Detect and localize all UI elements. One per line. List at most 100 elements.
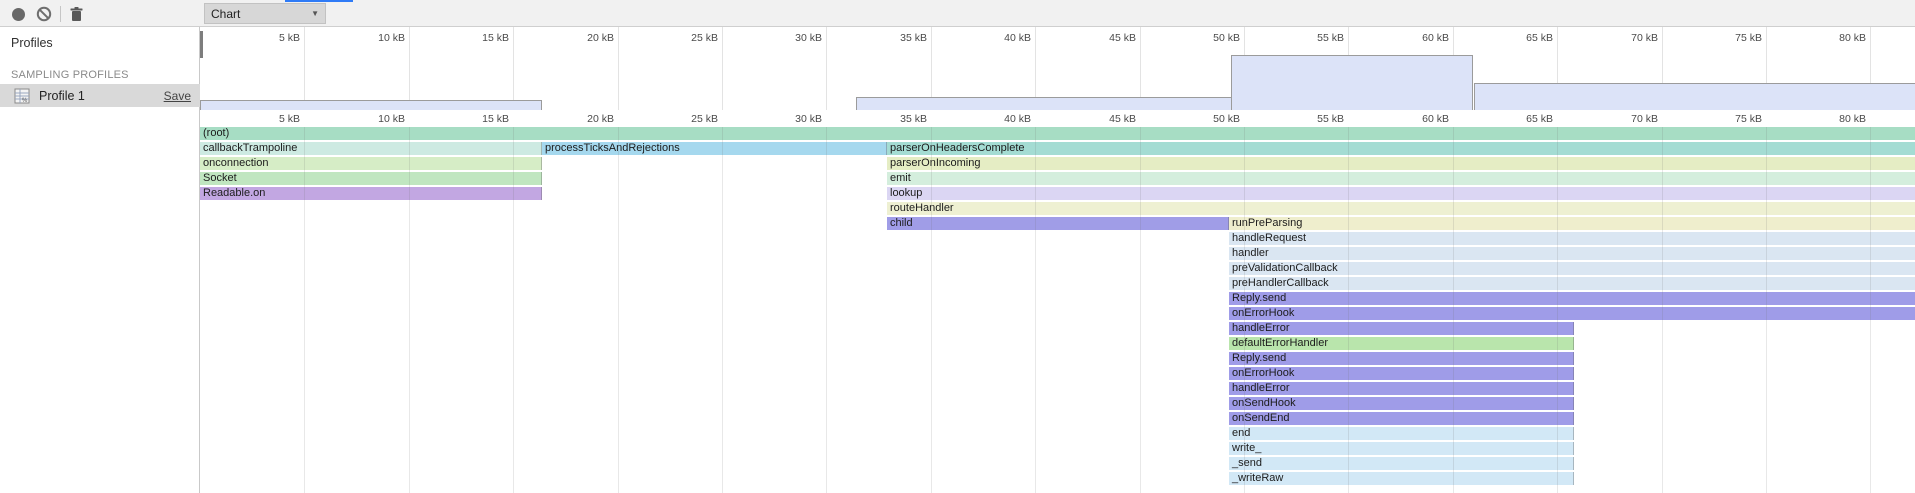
flame-bar[interactable]: handleError <box>1229 322 1574 335</box>
flame-gridline <box>1348 127 1349 493</box>
overview-tick-label: 5 kB <box>246 32 300 44</box>
flame-bar-label: callbackTrampoline <box>203 142 297 154</box>
record-heap-profile-button[interactable] <box>8 4 28 24</box>
flame-bar[interactable]: Readable.on <box>200 187 542 200</box>
flame-gridline <box>722 127 723 493</box>
flame-bar[interactable]: onconnection <box>200 157 542 170</box>
flame-ruler-tick-label: 5 kB <box>246 113 300 125</box>
svg-text:%: % <box>22 98 28 104</box>
profiles-sidebar: Profiles SAMPLING PROFILES % Profile 1 S… <box>0 27 200 493</box>
flame-bar[interactable]: _send <box>1229 457 1574 470</box>
flame-bar-label: onconnection <box>203 157 268 169</box>
flame-bar[interactable]: Reply.send <box>1229 352 1574 365</box>
overview-tick-label: 75 kB <box>1708 32 1762 44</box>
flame-bar[interactable]: handleRequest <box>1229 232 1915 245</box>
flame-ruler-tick-label: 35 kB <box>873 113 927 125</box>
flame-bar[interactable]: write_ <box>1229 442 1574 455</box>
flame-ruler-tick-label: 70 kB <box>1604 113 1658 125</box>
flame-ruler-tick-label: 65 kB <box>1499 113 1553 125</box>
flame-bar[interactable]: onSendHook <box>1229 397 1574 410</box>
flame-bar[interactable]: routeHandler <box>887 202 1915 215</box>
flame-gridline <box>931 127 932 493</box>
flame-bar[interactable]: parserOnHeadersComplete <box>887 142 1915 155</box>
overview-tick-label: 80 kB <box>1812 32 1866 44</box>
flame-ruler-tick-label: 45 kB <box>1082 113 1136 125</box>
flame-bar-label: end <box>1232 427 1250 439</box>
flame-ruler-tick-label: 75 kB <box>1708 113 1762 125</box>
flame-bar-label: handleError <box>1232 322 1289 334</box>
flame-ruler-tick-label: 15 kB <box>455 113 509 125</box>
sampling-profiles-section-label: SAMPLING PROFILES <box>11 69 129 81</box>
toolbar: Chart ▼ <box>0 0 1915 27</box>
flame-ruler-tick-label: 10 kB <box>351 113 405 125</box>
flame-chart: (root) callbackTrampoline processTicksAndR… <box>200 127 1915 493</box>
flame-gridline <box>1870 127 1871 493</box>
overview-tick-label: 25 kB <box>664 32 718 44</box>
flame-bar[interactable]: onErrorHook <box>1229 307 1915 320</box>
flame-bar-label: _writeRaw <box>1232 472 1283 484</box>
sidebar-item-profile-1[interactable]: % Profile 1 Save <box>0 84 200 107</box>
flame-bar[interactable]: Socket <box>200 172 542 185</box>
overview-tick-label: 10 kB <box>351 32 405 44</box>
overview-tick-label: 30 kB <box>768 32 822 44</box>
view-mode-value: Chart <box>211 7 240 21</box>
chevron-down-icon: ▼ <box>311 9 319 18</box>
flame-bar[interactable]: (root) <box>200 127 1915 140</box>
flame-ruler-tick-label: 30 kB <box>768 113 822 125</box>
flame-bar[interactable]: onSendEnd <box>1229 412 1574 425</box>
overview-tick-label: 45 kB <box>1082 32 1136 44</box>
flame-bar[interactable]: child <box>887 217 1229 230</box>
overview-gridline <box>304 27 305 110</box>
trash-icon <box>69 6 84 22</box>
flame-gridline <box>513 127 514 493</box>
flame-bar-label: defaultErrorHandler <box>1232 337 1328 349</box>
overview-tick-label: 35 kB <box>873 32 927 44</box>
flame-bar[interactable]: processTicksAndRejections <box>542 142 887 155</box>
clear-profiles-button[interactable] <box>34 4 54 24</box>
flame-bar[interactable]: handleError <box>1229 382 1574 395</box>
save-profile-link[interactable]: Save <box>164 89 191 103</box>
active-tab-indicator <box>285 0 353 2</box>
flame-bar[interactable]: preHandlerCallback <box>1229 277 1915 290</box>
flame-ruler-tick-label: 20 kB <box>560 113 614 125</box>
flame-bar-label: _send <box>1232 457 1262 469</box>
flame-bar[interactable]: preValidationCallback <box>1229 262 1915 275</box>
flame-gridline <box>1140 127 1141 493</box>
flame-bar[interactable]: lookup <box>887 187 1915 200</box>
flame-bar[interactable]: callbackTrampoline <box>200 142 542 155</box>
memory-overview-pane[interactable]: 5 kB10 kB15 kB20 kB25 kB30 kB35 kB40 kB4… <box>200 27 1915 110</box>
flame-bar[interactable]: parserOnIncoming <box>887 157 1915 170</box>
flame-bar[interactable]: _writeRaw <box>1229 472 1574 485</box>
flame-bar-label: onSendHook <box>1232 397 1296 409</box>
flame-bar[interactable]: emit <box>887 172 1915 185</box>
flame-ruler-tick-label: 55 kB <box>1290 113 1344 125</box>
flame-bar[interactable]: handler <box>1229 247 1915 260</box>
flame-gridline <box>304 127 305 493</box>
flame-bar[interactable]: end <box>1229 427 1574 440</box>
ban-icon <box>36 6 52 22</box>
flame-bar-label: lookup <box>890 187 922 199</box>
delete-profile-button[interactable] <box>66 4 86 24</box>
overview-gridline <box>409 27 410 110</box>
flame-bar-label: preHandlerCallback <box>1232 277 1329 289</box>
flame-bar[interactable]: onErrorHook <box>1229 367 1574 380</box>
flame-ruler-tick-label: 40 kB <box>977 113 1031 125</box>
flame-gridline <box>1035 127 1036 493</box>
overview-tick-label: 55 kB <box>1290 32 1344 44</box>
overview-left-grip[interactable] <box>200 31 203 58</box>
overview-tick-label: 65 kB <box>1499 32 1553 44</box>
overview-tick-label: 40 kB <box>977 32 1031 44</box>
flame-ruler-tick-label: 25 kB <box>664 113 718 125</box>
flame-bar[interactable]: Reply.send <box>1229 292 1915 305</box>
view-mode-select[interactable]: Chart ▼ <box>204 3 326 24</box>
overview-tick-label: 60 kB <box>1395 32 1449 44</box>
flame-bar[interactable]: defaultErrorHandler <box>1229 337 1574 350</box>
flame-bar-label: parserOnHeadersComplete <box>890 142 1025 154</box>
overview-tick-label: 15 kB <box>455 32 509 44</box>
flame-bar-label: child <box>890 217 913 229</box>
flame-bar[interactable]: runPreParsing <box>1229 217 1915 230</box>
flame-gridline <box>618 127 619 493</box>
overview-area-segment <box>200 100 542 110</box>
profile-document-icon: % <box>14 88 30 104</box>
flame-bar-label: processTicksAndRejections <box>545 142 680 154</box>
